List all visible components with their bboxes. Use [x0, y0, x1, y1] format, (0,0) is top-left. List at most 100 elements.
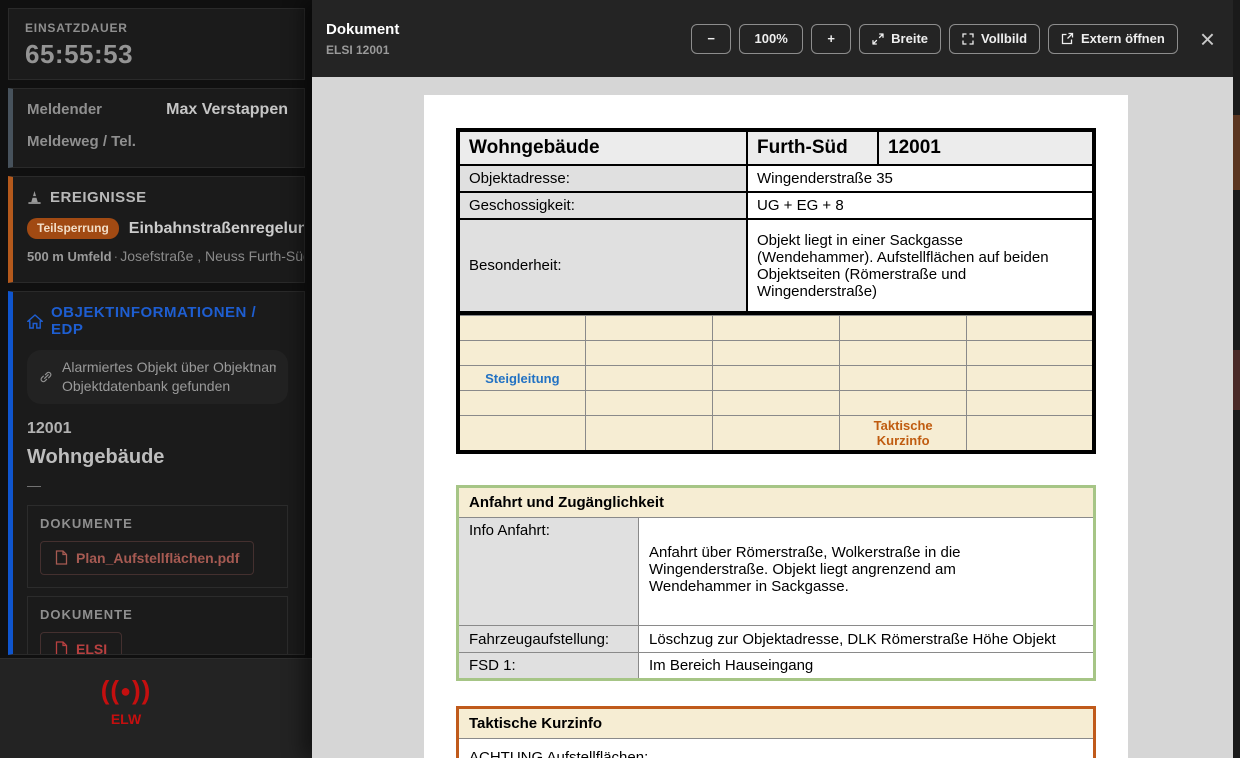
file-icon: [55, 641, 68, 654]
ereignisse-title: EREIGNISSE: [50, 189, 147, 206]
object-data-table: Wohngebäude Furth-Süd 12001 Objektadress…: [456, 128, 1096, 315]
object-id: 12001: [27, 419, 72, 437]
objektinformationen-panel: OBJEKTINFORMATIONEN / EDP Alarmiertes Ob…: [8, 291, 305, 655]
dokumente-box-1: DOKUMENTE Plan_Aufstellflächen.pdf: [27, 504, 288, 588]
zoom-out-button[interactable]: −: [691, 23, 732, 54]
grid-row: [457, 390, 1095, 416]
steigleitung-cell: Steigleitung: [457, 365, 586, 391]
row-value: Im Bereich Hauseingang: [638, 652, 1095, 680]
traffic-cone-icon: [28, 190, 41, 204]
note-line-1: Alarmiertes Objekt über Objektname + Adr…: [62, 359, 276, 375]
object-number-cell: 12001: [877, 129, 1095, 166]
document-filename: ELSI: [76, 640, 108, 655]
fullscreen-button[interactable]: Vollbild: [949, 23, 1041, 54]
fit-width-button[interactable]: Breite: [859, 23, 942, 54]
table-row: Info Anfahrt: Anfahrt über Römerstraße, …: [457, 517, 1095, 626]
app-root: EINSATZDAUER 65:55:53 Meldender Max Vers…: [0, 0, 1240, 758]
row-label: Info Anfahrt:: [457, 517, 639, 626]
taktische-kurzinfo-cell: Taktische Kurzinfo: [839, 415, 968, 453]
fullscreen-icon: [962, 32, 974, 45]
row-value: Wingenderstraße 35: [746, 164, 1095, 193]
row-label: Besonderheit:: [457, 218, 748, 314]
sidebar-bottom-bar: ((●)) ELW: [0, 658, 312, 758]
grid-row: Steigleitung: [457, 365, 1095, 391]
meldender-panel: Meldender Max Verstappen Meldeweg / Tel.: [8, 88, 305, 168]
taktische-section: Taktische Kurzinfo ACHTUNG Aufstellfläch…: [456, 706, 1096, 758]
table-header-row: Wohngebäude Furth-Süd 12001: [457, 129, 1095, 166]
file-icon: [55, 550, 68, 565]
link-icon: [40, 371, 52, 383]
viewer-title: Dokument: [326, 20, 400, 38]
status-badge: Teilsperrung: [27, 218, 119, 239]
document-button-elsi[interactable]: ELSI: [40, 631, 123, 655]
viewer-subtitle: ELSI 12001: [326, 42, 390, 57]
object-subtitle: —: [27, 476, 41, 493]
einsatzdauer-panel: EINSATZDAUER 65:55:53: [8, 8, 305, 80]
right-edge-strip: [1233, 0, 1240, 758]
object-grid-table: Steigleitung Taktische Kurzinfo: [456, 315, 1096, 454]
document-button-plan[interactable]: Plan_Aufstellflächen.pdf: [40, 540, 255, 575]
grid-row: Taktische Kurzinfo: [457, 415, 1095, 453]
fit-width-label: Breite: [891, 31, 929, 46]
house-icon: [27, 313, 43, 329]
object-name: Wohngebäude: [27, 445, 165, 468]
event-radius: 500 m Umfeld: [27, 249, 112, 264]
district-cell: Furth-Süd: [746, 129, 879, 166]
elw-status[interactable]: ((●)) ELW: [78, 677, 174, 727]
document-filename: Plan_Aufstellflächen.pdf: [76, 549, 240, 566]
taktische-title: Taktische Kurzinfo: [457, 707, 1095, 739]
open-external-label: Extern öffnen: [1081, 31, 1165, 46]
meldender-label: Meldender: [27, 101, 103, 118]
document-viewer-overlay: Dokument ELSI 12001 − 100% + Breite Voll…: [312, 0, 1233, 758]
sidebar: EINSATZDAUER 65:55:53 Meldender Max Vers…: [0, 0, 312, 758]
einsatzdauer-value: 65:55:53: [25, 39, 134, 69]
object-match-note: Alarmiertes Objekt über Objektname + Adr…: [27, 350, 288, 404]
event-name: Einbahnstraßenregelung: [128, 219, 305, 237]
meldeweg-label: Meldeweg / Tel.: [27, 133, 136, 150]
row-value: Löschzug zur Objektadresse, DLK Römerstr…: [638, 625, 1095, 653]
dokumente-label-1: DOKUMENTE: [40, 515, 133, 531]
table-row: Besonderheit: Objekt liegt in einer Sack…: [457, 218, 1095, 314]
grid-row: [457, 340, 1095, 366]
table-row: ACHTUNG Aufstellflächen:: [457, 738, 1095, 758]
event-item[interactable]: Teilsperrung Einbahnstraßenregelung: [27, 218, 304, 239]
open-external-button[interactable]: Extern öffnen: [1048, 23, 1178, 54]
meldender-value: Max Verstappen: [166, 101, 288, 118]
table-row: Geschossigkeit: UG + EG + 8: [457, 191, 1095, 220]
ereignisse-panel: EREIGNISSE Teilsperrung Einbahnstraßenre…: [8, 176, 305, 283]
dokumente-box-2: DOKUMENTE ELSI: [27, 595, 288, 655]
note-line-2: Objektdatenbank gefunden: [62, 377, 231, 394]
table-row: Fahrzeugaufstellung: Löschzug zur Objekt…: [457, 625, 1095, 653]
viewer-body[interactable]: Wohngebäude Furth-Süd 12001 Objektadress…: [312, 77, 1233, 758]
row-value: Anfahrt über Römerstraße, Wolkerstraße i…: [649, 544, 961, 595]
broadcast-icon: ((●)): [100, 675, 152, 705]
section-title-row: Taktische Kurzinfo: [457, 707, 1095, 739]
viewer-toolbar: − 100% + Breite Vollbild Extern öffnen ×: [691, 23, 1219, 54]
event-separator: ·: [113, 248, 119, 264]
einsatzdauer-label: EINSATZDAUER: [25, 21, 128, 35]
close-icon[interactable]: ×: [1196, 26, 1219, 52]
object-title-cell: Wohngebäude: [457, 129, 748, 166]
event-details: 500 m Umfeld · Josefstraße , Neuss Furth-S…: [27, 248, 304, 264]
document-page: Wohngebäude Furth-Süd 12001 Objektadress…: [424, 95, 1128, 758]
row-value: Objekt liegt in einer Sackgasse (Wendeha…: [746, 218, 1095, 314]
objektinformationen-title: OBJEKTINFORMATIONEN / EDP: [51, 304, 257, 338]
section-title-row: Anfahrt und Zugänglichkeit: [457, 486, 1095, 518]
anfahrt-section: Anfahrt und Zugänglichkeit Info Anfahrt:…: [456, 485, 1096, 681]
viewer-header: Dokument ELSI 12001 − 100% + Breite Voll…: [312, 0, 1233, 77]
resize-diagonal-icon: [872, 32, 884, 45]
grid-row: [457, 315, 1095, 341]
row-label: Geschossigkeit:: [457, 191, 748, 220]
table-row: FSD 1: Im Bereich Hauseingang: [457, 652, 1095, 680]
fullscreen-label: Vollbild: [981, 31, 1028, 46]
zoom-level-button[interactable]: 100%: [739, 23, 804, 54]
row-label: Objektadresse:: [457, 164, 748, 193]
anfahrt-title: Anfahrt und Zugänglichkeit: [457, 486, 1095, 518]
taktische-content: ACHTUNG Aufstellflächen:: [457, 738, 1095, 758]
open-external-icon: [1061, 32, 1074, 45]
zoom-in-button[interactable]: +: [811, 23, 852, 54]
dokumente-label-2: DOKUMENTE: [40, 606, 133, 622]
row-value: UG + EG + 8: [746, 191, 1095, 220]
row-label: Fahrzeugaufstellung:: [457, 625, 639, 653]
row-label: FSD 1:: [457, 652, 639, 680]
